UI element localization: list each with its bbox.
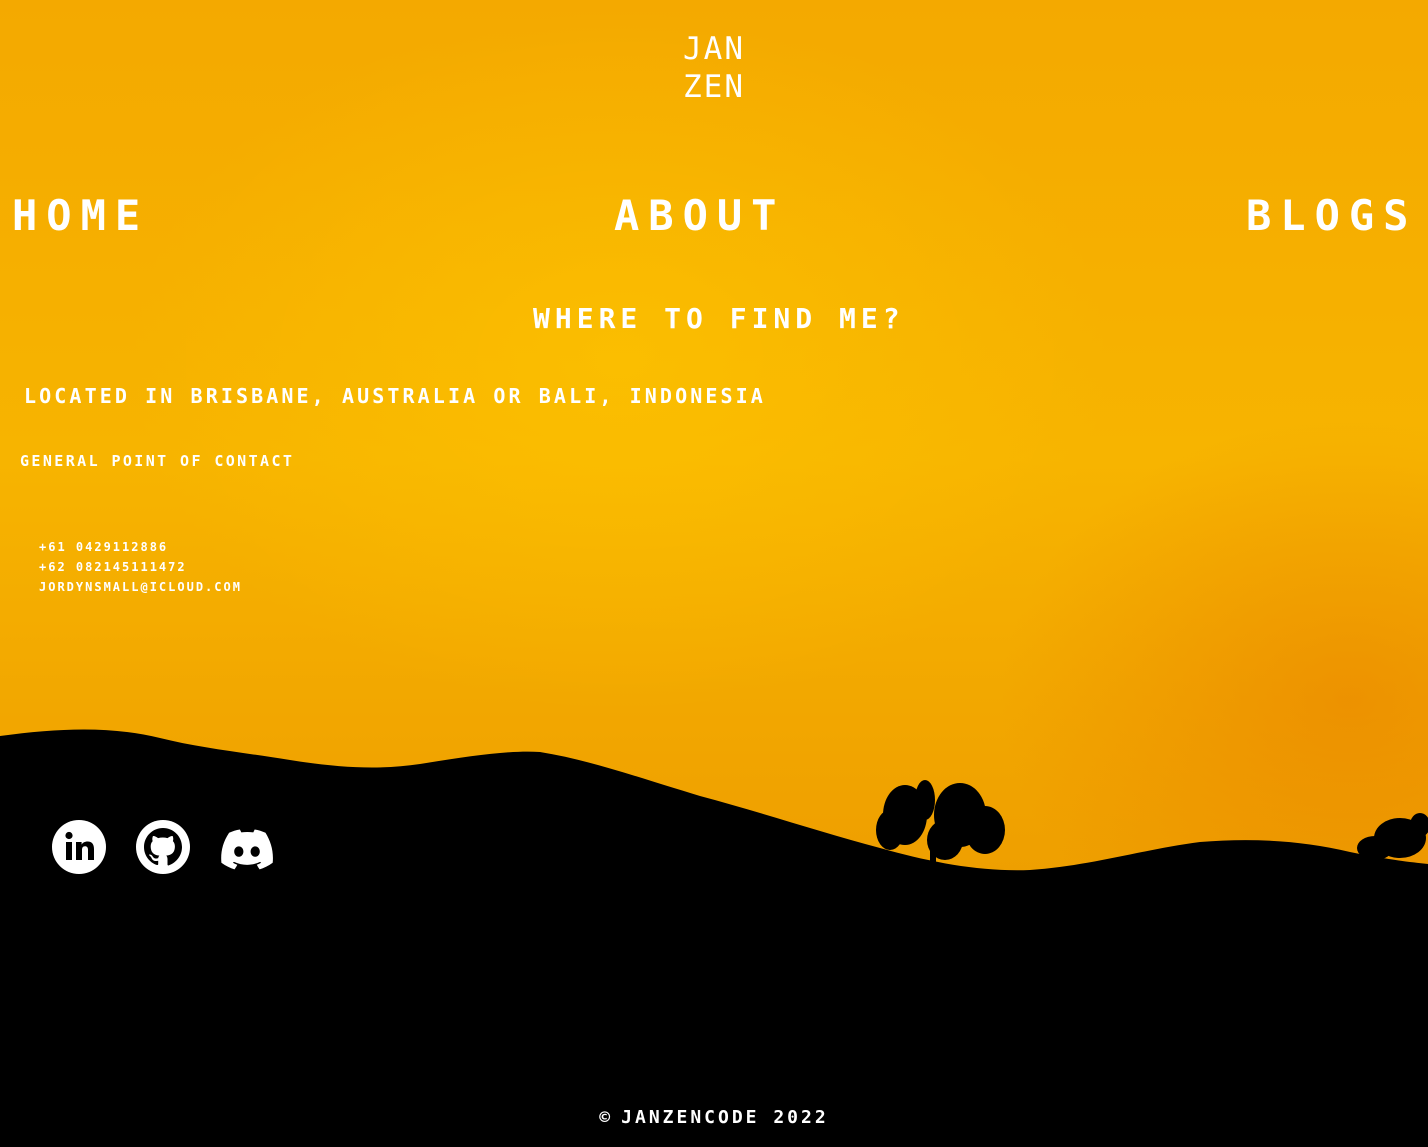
logo-line-1: JAN: [683, 31, 745, 67]
discord-icon: [221, 829, 273, 870]
phone-indonesia-link[interactable]: +62 082145111472: [39, 557, 242, 577]
footer-text: JANZENCODE 2022: [621, 1107, 829, 1128]
linkedin-link[interactable]: [52, 820, 106, 874]
nav-about-link[interactable]: ABOUT: [614, 193, 785, 239]
nav-blogs-link[interactable]: BLOGS: [1246, 193, 1417, 239]
footer: © JANZENCODE 2022: [0, 1105, 1428, 1131]
github-link[interactable]: [136, 820, 190, 874]
email-link[interactable]: JORDYNSMALL@ICLOUD.COM: [39, 577, 242, 597]
location-text: LOCATED IN BRISBANE, AUSTRALIA OR BALI, …: [24, 384, 766, 408]
github-icon: [136, 820, 190, 874]
logo-line-2: ZEN: [683, 69, 745, 105]
discord-link[interactable]: [220, 820, 274, 874]
nav-home-link[interactable]: HOME: [12, 193, 149, 239]
contact-title: GENERAL POINT OF CONTACT: [20, 452, 295, 470]
linkedin-icon: [52, 820, 106, 874]
site-logo[interactable]: JAN ZEN: [664, 30, 764, 106]
contact-list: +61 0429112886 +62 082145111472 JORDYNSM…: [39, 537, 242, 597]
phone-australia-link[interactable]: +61 0429112886: [39, 537, 242, 557]
page-heading: WHERE TO FIND ME?: [533, 302, 905, 335]
copyright-icon: ©: [599, 1107, 614, 1128]
